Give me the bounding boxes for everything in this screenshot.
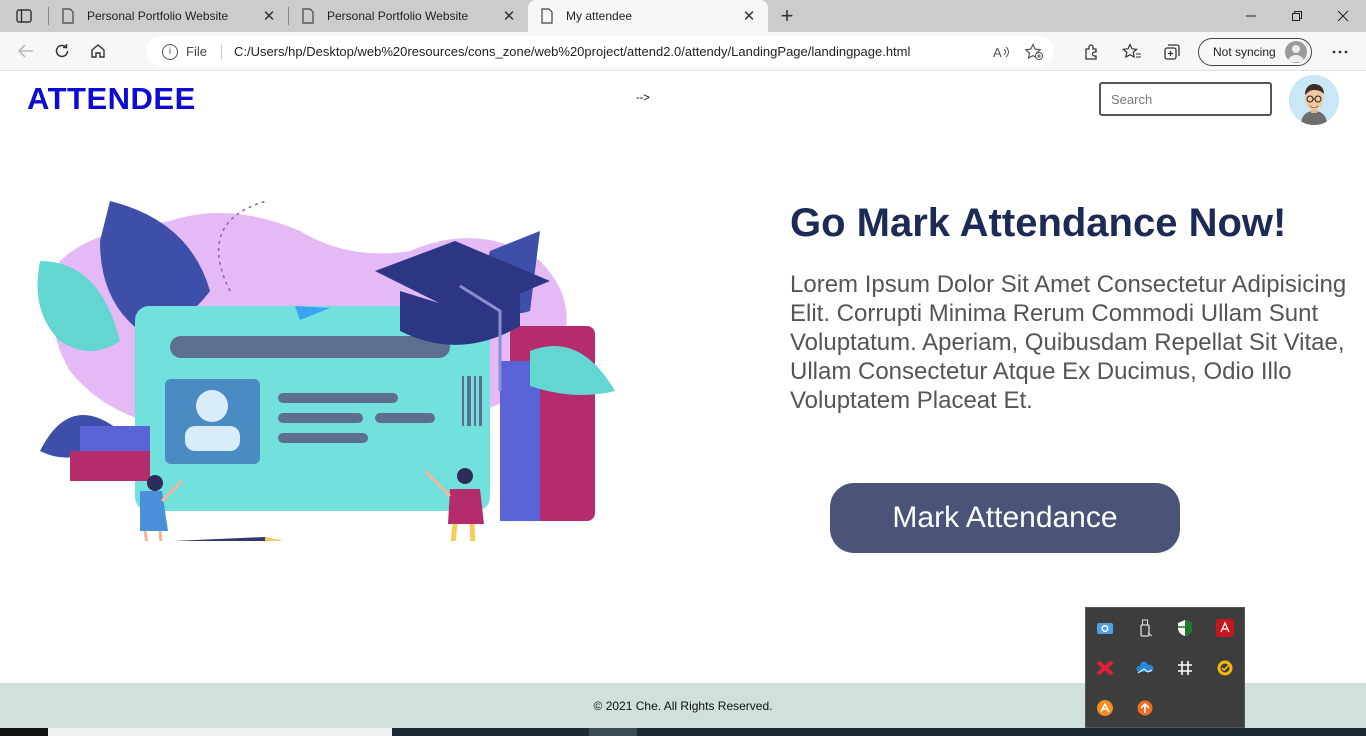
browser-tab-1[interactable]: Personal Portfolio Website ✕: [49, 0, 288, 32]
avast-icon[interactable]: [1096, 699, 1114, 717]
onedrive-icon[interactable]: [1136, 659, 1154, 677]
norton-icon[interactable]: [1216, 659, 1234, 677]
close-tab-icon[interactable]: ✕: [500, 7, 518, 25]
close-window-button[interactable]: [1320, 0, 1366, 32]
site-logo[interactable]: ATTENDEE: [27, 81, 196, 117]
close-tab-icon[interactable]: ✕: [740, 7, 758, 25]
minimize-icon: [1246, 15, 1256, 17]
tab-title: Personal Portfolio Website: [327, 9, 469, 23]
refresh-icon: [55, 44, 69, 58]
search-input[interactable]: [1099, 82, 1272, 116]
address-actions: A: [992, 36, 1044, 67]
tab-title: Personal Portfolio Website: [87, 9, 229, 23]
favorites-button[interactable]: [1112, 36, 1152, 68]
close-icon: [1337, 10, 1349, 22]
stray-comment-text: -->: [636, 92, 650, 104]
id-card-illustration: [37, 201, 615, 541]
add-favorite-icon[interactable]: [1024, 42, 1044, 61]
camera-icon[interactable]: [1096, 619, 1114, 637]
window-controls: [1228, 0, 1366, 32]
read-aloud-icon[interactable]: A: [992, 44, 1010, 60]
browser-tab-2[interactable]: Personal Portfolio Website ✕: [289, 0, 528, 32]
usb-drive-icon[interactable]: [1136, 619, 1154, 637]
user-avatar[interactable]: [1289, 75, 1339, 125]
back-button[interactable]: [8, 35, 44, 67]
update-icon[interactable]: [1136, 699, 1154, 717]
favorites-star-icon: [1122, 42, 1141, 58]
home-icon: [91, 44, 105, 58]
tab-strip: Personal Portfolio Website ✕ Personal Po…: [0, 0, 1366, 32]
svg-text:A: A: [993, 45, 1002, 60]
sync-label: Not syncing: [1213, 44, 1276, 59]
browser-toolbar: i File C:/Users/hp/Desktop/web%20resourc…: [0, 32, 1366, 71]
red-app-icon[interactable]: [1096, 659, 1114, 677]
file-scheme-label: File: [186, 44, 207, 59]
address-bar[interactable]: i File C:/Users/hp/Desktop/web%20resourc…: [146, 36, 1054, 67]
refresh-button[interactable]: [44, 35, 80, 67]
info-icon[interactable]: i: [162, 43, 178, 60]
extensions-button[interactable]: [1072, 36, 1112, 68]
tab-title: My attendee: [566, 9, 633, 23]
mark-attendance-button[interactable]: Mark Attendance: [830, 483, 1180, 553]
settings-menu-button[interactable]: [1320, 36, 1360, 68]
tab-actions-icon: [16, 9, 32, 23]
hero-title: Go Mark Attendance Now!: [790, 201, 1287, 245]
copyright-text: © 2021 Che. All Rights Reserved.: [593, 698, 773, 713]
puzzle-icon: [1085, 43, 1097, 60]
toolbar-right: Not syncing: [1072, 32, 1366, 71]
start-button[interactable]: [0, 728, 48, 736]
taskbar-search[interactable]: [48, 728, 392, 736]
taskbar-active-app[interactable]: [589, 728, 637, 736]
page-icon: [541, 8, 553, 24]
page-icon: [62, 8, 74, 24]
address-separator: [220, 43, 222, 60]
url-text[interactable]: C:/Users/hp/Desktop/web%20resources/cons…: [234, 44, 910, 59]
shield-icon[interactable]: [1176, 619, 1194, 637]
page-icon: [302, 8, 314, 24]
profile-avatar-icon: [1285, 40, 1307, 63]
slack-icon[interactable]: [1176, 659, 1194, 677]
avatar-face-icon: [1289, 75, 1339, 125]
more-horizontal-icon: [1332, 50, 1348, 53]
browser-tab-3[interactable]: My attendee ✕: [528, 0, 768, 32]
collections-button[interactable]: [1152, 36, 1192, 68]
hero-description: Lorem Ipsum Dolor Sit Amet Consectetur A…: [790, 271, 1347, 414]
windows-taskbar: [0, 728, 1366, 736]
system-tray-overflow: [1085, 607, 1245, 728]
back-arrow-icon: [17, 44, 33, 58]
tab-actions-button[interactable]: [0, 0, 48, 32]
home-button[interactable]: [80, 35, 116, 67]
profile-sync-button[interactable]: Not syncing: [1198, 37, 1312, 66]
collections-icon: [1164, 43, 1180, 60]
adobe-icon[interactable]: [1216, 619, 1234, 637]
restore-button[interactable]: [1274, 0, 1320, 32]
minimize-button[interactable]: [1228, 0, 1274, 32]
close-tab-icon[interactable]: ✕: [260, 7, 278, 25]
new-tab-button[interactable]: +: [770, 0, 804, 32]
restore-icon: [1292, 11, 1302, 21]
